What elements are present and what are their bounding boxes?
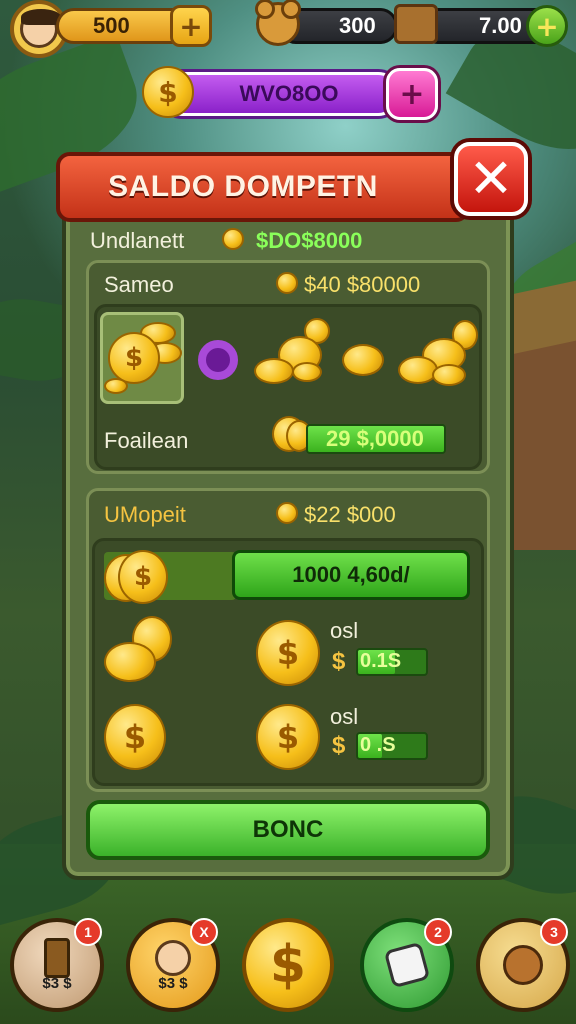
dollar-coin-icon: $ [104, 704, 166, 770]
plus-icon: + [179, 9, 203, 43]
pet-icon [503, 945, 543, 985]
nav-totem-label: $3 $ [42, 975, 72, 992]
ribbon-icon [198, 340, 238, 380]
coin-icon [276, 272, 298, 294]
header-row-value: $DO$8000 [256, 228, 363, 253]
nav-pet-badge: 3 [540, 918, 568, 946]
currency-1-value: 500 [93, 13, 130, 38]
exchange-value-button[interactable]: 1000 4,60d/ [232, 550, 470, 600]
section-2-label: UMopeit [104, 502, 186, 527]
section-1-label: Sameo [104, 272, 174, 297]
chest-icon [394, 4, 438, 44]
nav-coin-button[interactable]: $ [242, 918, 334, 1012]
nav-totem-button[interactable]: $3 $ 1 [10, 918, 104, 1012]
dollar-coin-icon: $ [142, 66, 194, 118]
coin-icon [276, 502, 298, 524]
dialog-title: SALDO DOMPETN [108, 170, 378, 203]
nav-character-label: $3 $ [158, 975, 188, 992]
dollar-icon: $ [332, 732, 346, 759]
close-icon: ✕ [468, 147, 514, 210]
dollar-coin-icon: $ [256, 704, 320, 770]
bonus-button[interactable]: BONC [86, 800, 490, 860]
currency-2-value: 300 [339, 13, 376, 38]
nav-character-button[interactable]: $3 $ X [126, 918, 220, 1012]
dollar-icon: $ [332, 648, 346, 675]
section-1-footer-value: 29 $,0000 [326, 426, 424, 451]
add-currency-3-button[interactable]: + [526, 5, 568, 47]
coin-icon [222, 228, 244, 250]
exchange-value: 1000 4,60d/ [292, 562, 410, 587]
top-hud: 500 + 300 7.00 + [0, 0, 576, 60]
avatar-face-icon [20, 9, 61, 48]
mascot-icon [255, 0, 301, 46]
nav-totem-badge: 1 [74, 918, 102, 946]
bonus-button-label: BONC [252, 816, 324, 843]
add-premium-button[interactable]: + [386, 68, 438, 120]
add-currency-1-button[interactable]: + [170, 5, 212, 47]
currency-3-value: 7.00 [479, 13, 522, 38]
close-button[interactable]: ✕ [454, 142, 528, 216]
premium-currency-bar: WVO8OO [160, 72, 400, 116]
section-1-footer-label: Foailean [104, 428, 189, 453]
nav-character-badge: X [190, 918, 218, 946]
totem-icon [44, 938, 70, 978]
row-1-label: osl [330, 618, 359, 643]
coin-icon [342, 344, 384, 376]
plus-icon: + [535, 9, 559, 43]
dice-icon [383, 941, 431, 989]
dollar-coin-icon: $ [269, 935, 307, 995]
header-row-label: Undlanett [90, 228, 185, 253]
section-2-value: $22 $000 [304, 502, 396, 527]
premium-currency-label: WVO8OO [239, 81, 339, 106]
dollar-coin-icon: $ [256, 620, 320, 686]
dialog-title-banner: SALDO DOMPETN [56, 152, 470, 222]
character-icon [155, 940, 191, 976]
nav-dice-badge: 2 [424, 918, 452, 946]
nav-dice-button[interactable]: 2 [360, 918, 454, 1012]
nav-pet-button[interactable]: 3 [476, 918, 570, 1012]
row-2-label: osl [330, 704, 359, 729]
plus-icon: + [399, 76, 425, 112]
row-2-value: 0 .S [360, 734, 396, 756]
row-1-value: 0.1S [360, 650, 402, 672]
section-1-value: $40 $80000 [304, 272, 421, 297]
